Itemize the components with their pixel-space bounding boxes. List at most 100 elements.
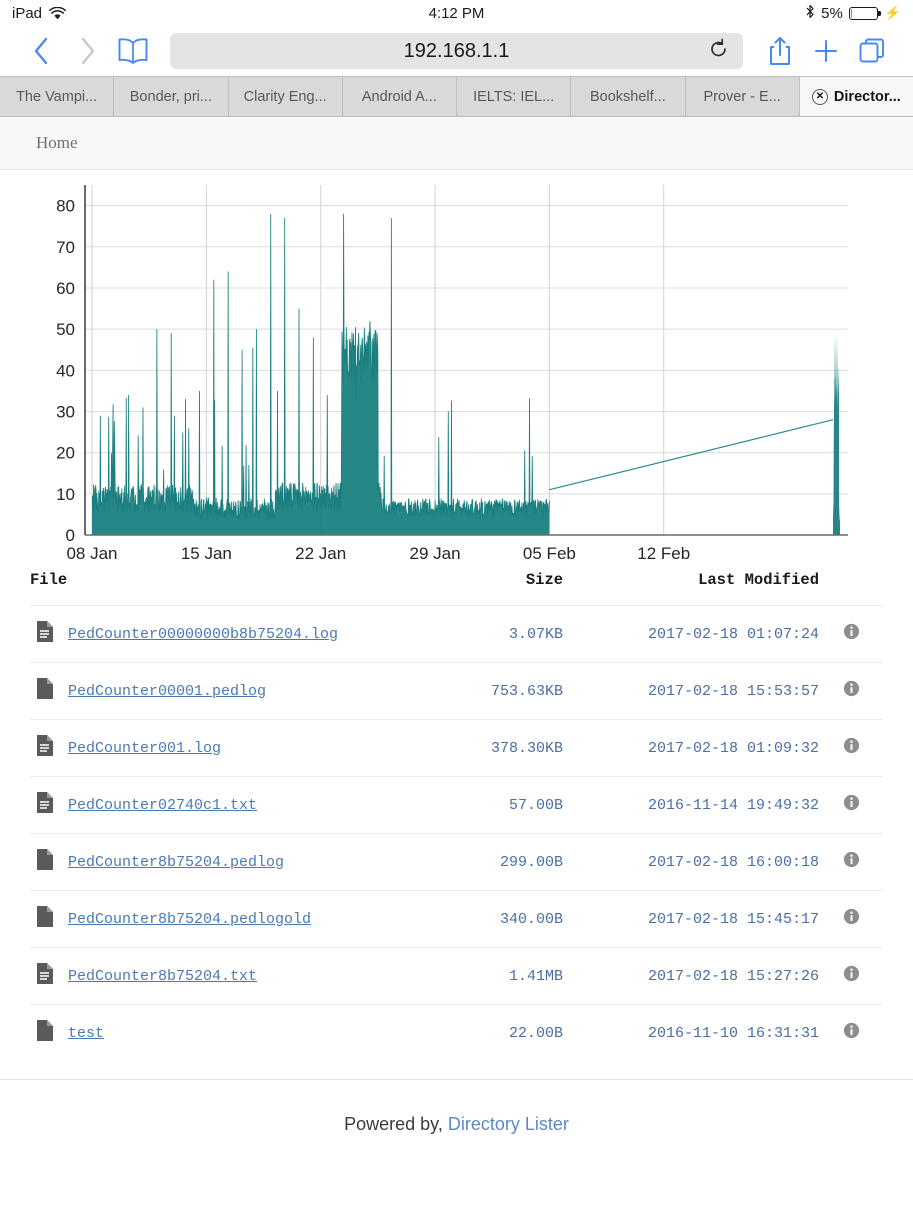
chart-svg: 0 10 20 30 40 50 60 70 80 08 Jan 15 Jan 22 Jan 29 J…	[56, 185, 848, 563]
show-tabs-button[interactable]	[849, 31, 895, 71]
table-row[interactable]: PedCounter8b75204.pedlog 299.00B 2017-02-1…	[30, 833, 883, 891]
file-info-cell	[843, 1004, 883, 1061]
info-icon[interactable]	[843, 680, 860, 702]
tab-bar: The Vampi... Bonder, pri... Clarity Eng...…	[0, 76, 913, 117]
wifi-icon	[49, 6, 66, 20]
file-modified-cell: 2017-02-18 01:07:24	[571, 605, 843, 663]
info-icon[interactable]	[843, 908, 860, 930]
tab-label: Bookshelf...	[589, 88, 666, 105]
table-row[interactable]: PedCounter8b75204.txt 1.41MB 2017-02-18 15…	[30, 947, 883, 1005]
info-icon[interactable]	[843, 851, 860, 873]
reload-icon[interactable]	[709, 38, 729, 64]
info-icon[interactable]	[843, 737, 860, 759]
info-icon[interactable]	[843, 794, 860, 816]
blank-file-icon	[36, 848, 54, 876]
battery-icon	[848, 6, 881, 20]
back-button[interactable]	[18, 31, 64, 71]
browser-tab[interactable]: Prover - E...	[685, 77, 800, 116]
file-size-cell: 57.00B	[459, 776, 572, 834]
address-bar[interactable]: 192.168.1.1	[170, 33, 743, 69]
new-tab-button[interactable]	[803, 31, 849, 71]
browser-tab[interactable]: The Vampi...	[0, 77, 115, 116]
table-row[interactable]: PedCounter02740c1.txt 57.00B 2016-11-14 19…	[30, 776, 883, 834]
forward-button[interactable]	[64, 31, 110, 71]
tab-label: Bonder, pri...	[129, 88, 212, 105]
ios-status-bar: iPad 4:12 PM 5% ⚡	[0, 0, 913, 26]
blank-file-icon	[36, 677, 54, 705]
blank-file-icon	[36, 1019, 54, 1047]
file-name-cell: PedCounter8b75204.txt	[30, 947, 460, 1005]
status-right: 5% ⚡	[805, 4, 901, 23]
file-link[interactable]: PedCounter00001.pedlog	[68, 683, 266, 700]
chart-section: 0 10 20 30 40 50 60 70 80 08 Jan 15 Jan 22 Jan 29 J…	[0, 170, 913, 565]
bluetooth-icon	[805, 4, 815, 23]
footer-text: Powered by,	[344, 1114, 443, 1134]
close-circle-icon[interactable]: ✕	[811, 88, 828, 105]
tab-label: Prover - E...	[703, 88, 781, 105]
status-clock: 4:12 PM	[428, 4, 485, 22]
share-button[interactable]	[757, 31, 803, 71]
browser-tab-active[interactable]: ✕ Director...	[799, 77, 913, 116]
svg-text:20: 20	[56, 444, 75, 463]
file-size-cell: 299.00B	[459, 833, 572, 891]
tab-label: Director...	[833, 88, 901, 105]
file-link[interactable]: PedCounter00000000b8b75204.log	[68, 626, 338, 643]
svg-text:50: 50	[56, 320, 75, 339]
column-header-file[interactable]: File	[30, 565, 460, 606]
file-link[interactable]: test	[68, 1025, 104, 1042]
info-icon[interactable]	[843, 1022, 860, 1044]
table-row[interactable]: PedCounter00001.pedlog 753.63KB 2017-02-18…	[30, 662, 883, 720]
table-row[interactable]: test 22.00B 2016-11-10 16:31:31	[30, 1004, 883, 1061]
tab-label: Clarity Eng...	[243, 88, 327, 105]
file-info-cell	[843, 662, 883, 720]
browser-tab[interactable]: Clarity Eng...	[228, 77, 343, 116]
browser-tab[interactable]: Bonder, pri...	[114, 77, 229, 116]
device-label: iPad	[12, 4, 43, 22]
svg-text:29 Jan: 29 Jan	[410, 544, 461, 563]
file-info-cell	[843, 605, 883, 663]
file-link[interactable]: PedCounter8b75204.pedlog	[68, 854, 284, 871]
file-link[interactable]: PedCounter001.log	[68, 740, 221, 757]
file-info-cell	[843, 776, 883, 834]
status-left: iPad	[12, 5, 66, 22]
browser-tab[interactable]: IELTS: IEL...	[457, 77, 572, 116]
battery-percent: 5%	[821, 4, 843, 22]
directory-lister-link[interactable]: Directory Lister	[448, 1114, 569, 1134]
breadcrumb-item-home[interactable]: Home	[36, 133, 78, 153]
file-name-cell: PedCounter8b75204.pedlogold	[30, 890, 460, 948]
table-row[interactable]: PedCounter001.log 378.30KB 2017-02-18 01:0…	[30, 719, 883, 777]
text-file-icon	[36, 620, 54, 648]
svg-text:05 Feb: 05 Feb	[523, 544, 576, 563]
table-row[interactable]: PedCounter00000000b8b75204.log 3.07KB 2017…	[30, 605, 883, 663]
file-modified-cell: 2017-02-18 15:45:17	[571, 890, 843, 948]
file-link[interactable]: PedCounter8b75204.txt	[68, 968, 257, 985]
file-info-cell	[843, 890, 883, 948]
table-row[interactable]: PedCounter8b75204.pedlogold 340.00B 2017-0…	[30, 890, 883, 948]
svg-text:10: 10	[56, 485, 75, 504]
file-info-cell	[843, 833, 883, 891]
table-header-row: File Size Last Modified	[30, 565, 883, 606]
file-link[interactable]: PedCounter02740c1.txt	[68, 797, 257, 814]
browser-tab[interactable]: Bookshelf...	[571, 77, 686, 116]
svg-text:60: 60	[56, 279, 75, 298]
bookmarks-button[interactable]	[110, 31, 156, 71]
file-link[interactable]: PedCounter8b75204.pedlogold	[68, 911, 311, 928]
info-icon[interactable]	[843, 965, 860, 987]
file-size-cell: 3.07KB	[459, 605, 572, 663]
file-table: File Size Last Modified PedCounter000000…	[30, 565, 883, 1061]
chart-series-area	[92, 213, 840, 535]
column-header-size[interactable]: Size	[460, 565, 572, 606]
url-text[interactable]: 192.168.1.1	[404, 40, 510, 63]
text-file-icon	[36, 791, 54, 819]
column-header-info	[843, 565, 883, 606]
svg-text:08 Jan: 08 Jan	[66, 544, 117, 563]
tab-label: IELTS: IEL...	[473, 88, 555, 105]
file-modified-cell: 2017-02-18 01:09:32	[571, 719, 843, 777]
file-name-cell: PedCounter02740c1.txt	[30, 776, 460, 834]
tab-label: Android A...	[361, 88, 437, 105]
column-header-modified[interactable]: Last Modified	[571, 565, 843, 606]
file-size-cell: 22.00B	[459, 1004, 572, 1061]
info-icon[interactable]	[843, 623, 860, 645]
browser-tab[interactable]: Android A...	[342, 77, 457, 116]
file-info-cell	[843, 719, 883, 777]
